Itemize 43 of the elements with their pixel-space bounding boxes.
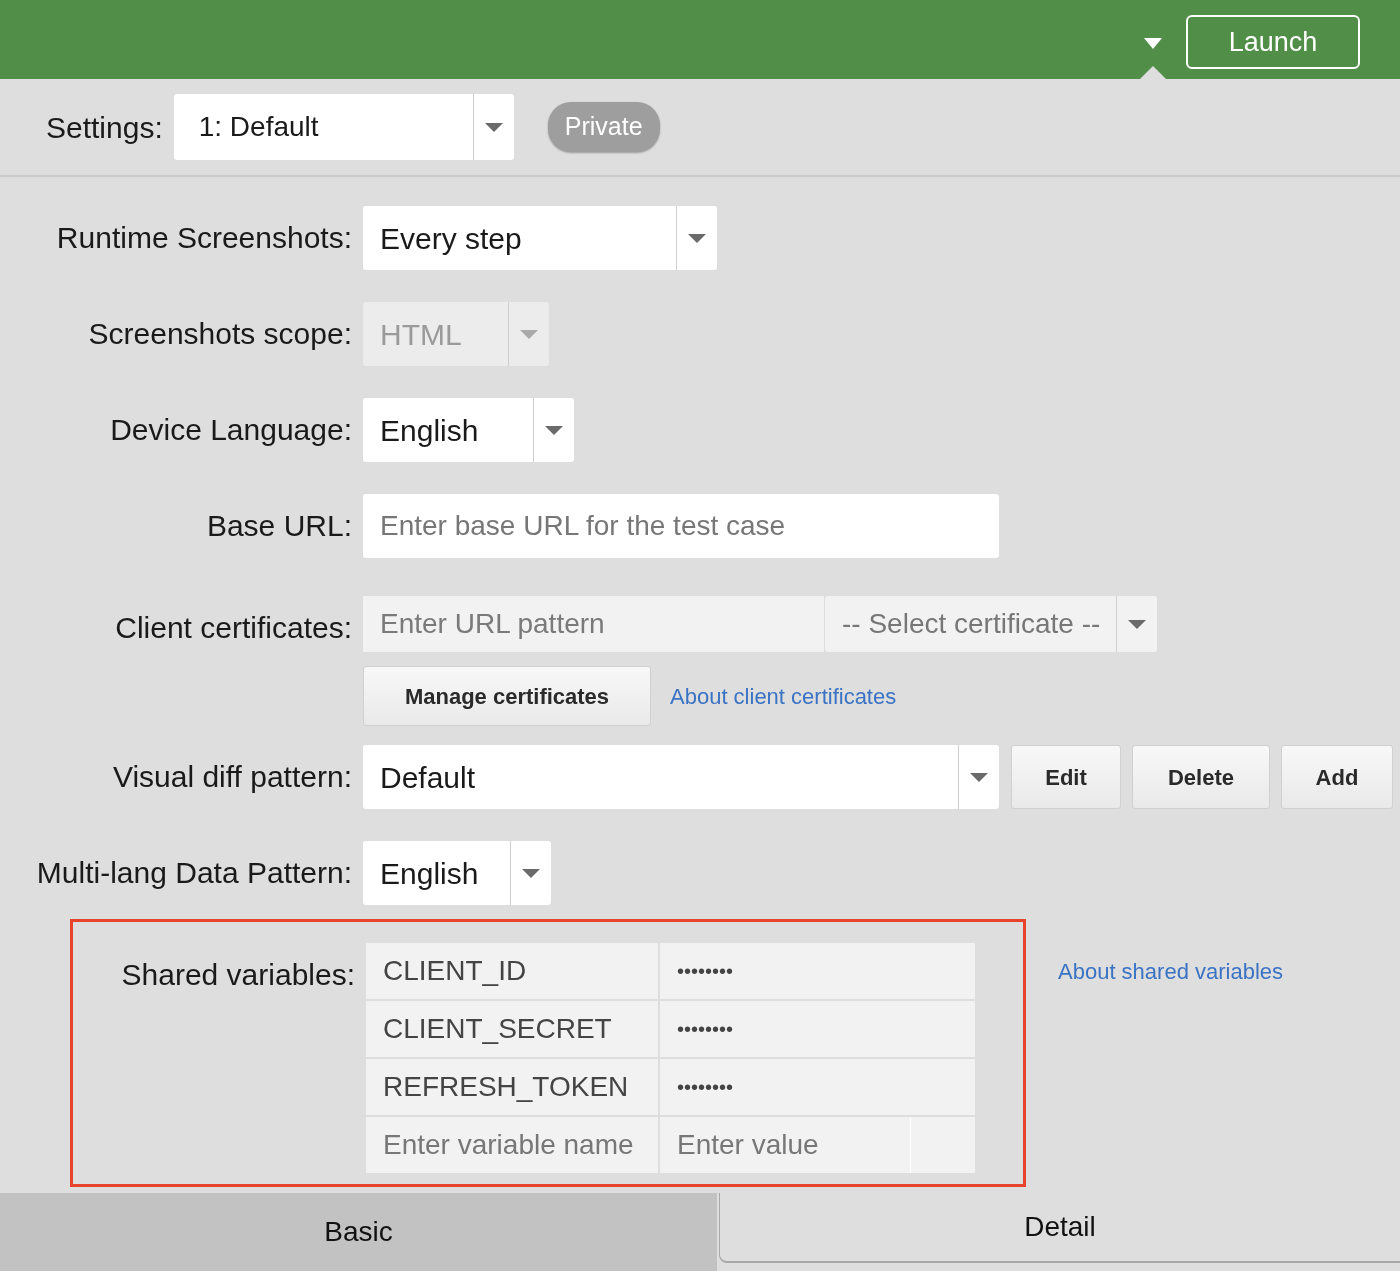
field-label: Shared variables: (120, 957, 355, 993)
pattern-select[interactable]: Default (363, 745, 999, 809)
tab[interactable]: Basic (0, 1193, 717, 1271)
variable-name-field[interactable]: REFRESH_TOKEN (366, 1059, 658, 1115)
menu-pointer-icon (1139, 66, 1167, 80)
variable-name-field[interactable]: Enter variable name (366, 1117, 658, 1173)
caret-icon (1128, 619, 1146, 629)
field-label: Multi-lang Data Pattern: (35, 855, 352, 891)
field-label: Runtime Screenshots: (55, 220, 352, 256)
dropdown-select[interactable]: Every step (363, 206, 717, 270)
private-badge: Private (547, 102, 660, 152)
about-link[interactable]: About client certificates (670, 679, 897, 713)
field-label: Device Language: (109, 412, 352, 448)
pattern-action-button[interactable]: Edit (1011, 745, 1121, 809)
url-pattern-field[interactable]: Enter URL pattern (363, 596, 824, 652)
url-input-field[interactable]: Enter base URL for the test case (363, 494, 999, 558)
field-label: Client certificates: (114, 610, 352, 646)
dropdown-select[interactable]: English (363, 841, 551, 905)
about-link[interactable]: About shared variables (1058, 955, 1284, 1187)
pattern-action-button[interactable]: Delete (1132, 745, 1270, 809)
certificate-select[interactable]: -- Select certificate -- (825, 596, 1157, 652)
settings-select[interactable]: 1: Default (173, 94, 514, 160)
variable-value-field[interactable]: •••••••• (660, 943, 975, 999)
settings-label: Settings: (46, 109, 163, 146)
caret-icon (970, 772, 988, 782)
variable-name-field[interactable]: CLIENT_ID (366, 943, 658, 999)
caret-icon (484, 122, 503, 132)
field-label: Visual diff pattern: (111, 759, 352, 795)
launch-button[interactable]: Launch (1186, 15, 1360, 69)
caret-icon (688, 233, 706, 243)
caret-icon (545, 425, 563, 435)
field-label: Screenshots scope: (87, 316, 352, 352)
variable-name-field[interactable]: CLIENT_SECRET (366, 1001, 658, 1057)
field-label: Base URL: (205, 508, 352, 544)
variable-value-field[interactable]: •••••••• (660, 1059, 975, 1115)
caret-icon (522, 868, 540, 878)
tab[interactable]: Detail (719, 1193, 1400, 1263)
caret-icon (520, 329, 538, 339)
variable-value-field[interactable]: •••••••• (660, 1001, 975, 1057)
dropdown-select[interactable]: English (363, 398, 574, 462)
manage-certificates-button[interactable]: Manage certificates (363, 666, 651, 726)
pattern-action-button[interactable]: Add (1281, 745, 1393, 809)
dropdown-caret-icon[interactable] (1144, 38, 1162, 49)
